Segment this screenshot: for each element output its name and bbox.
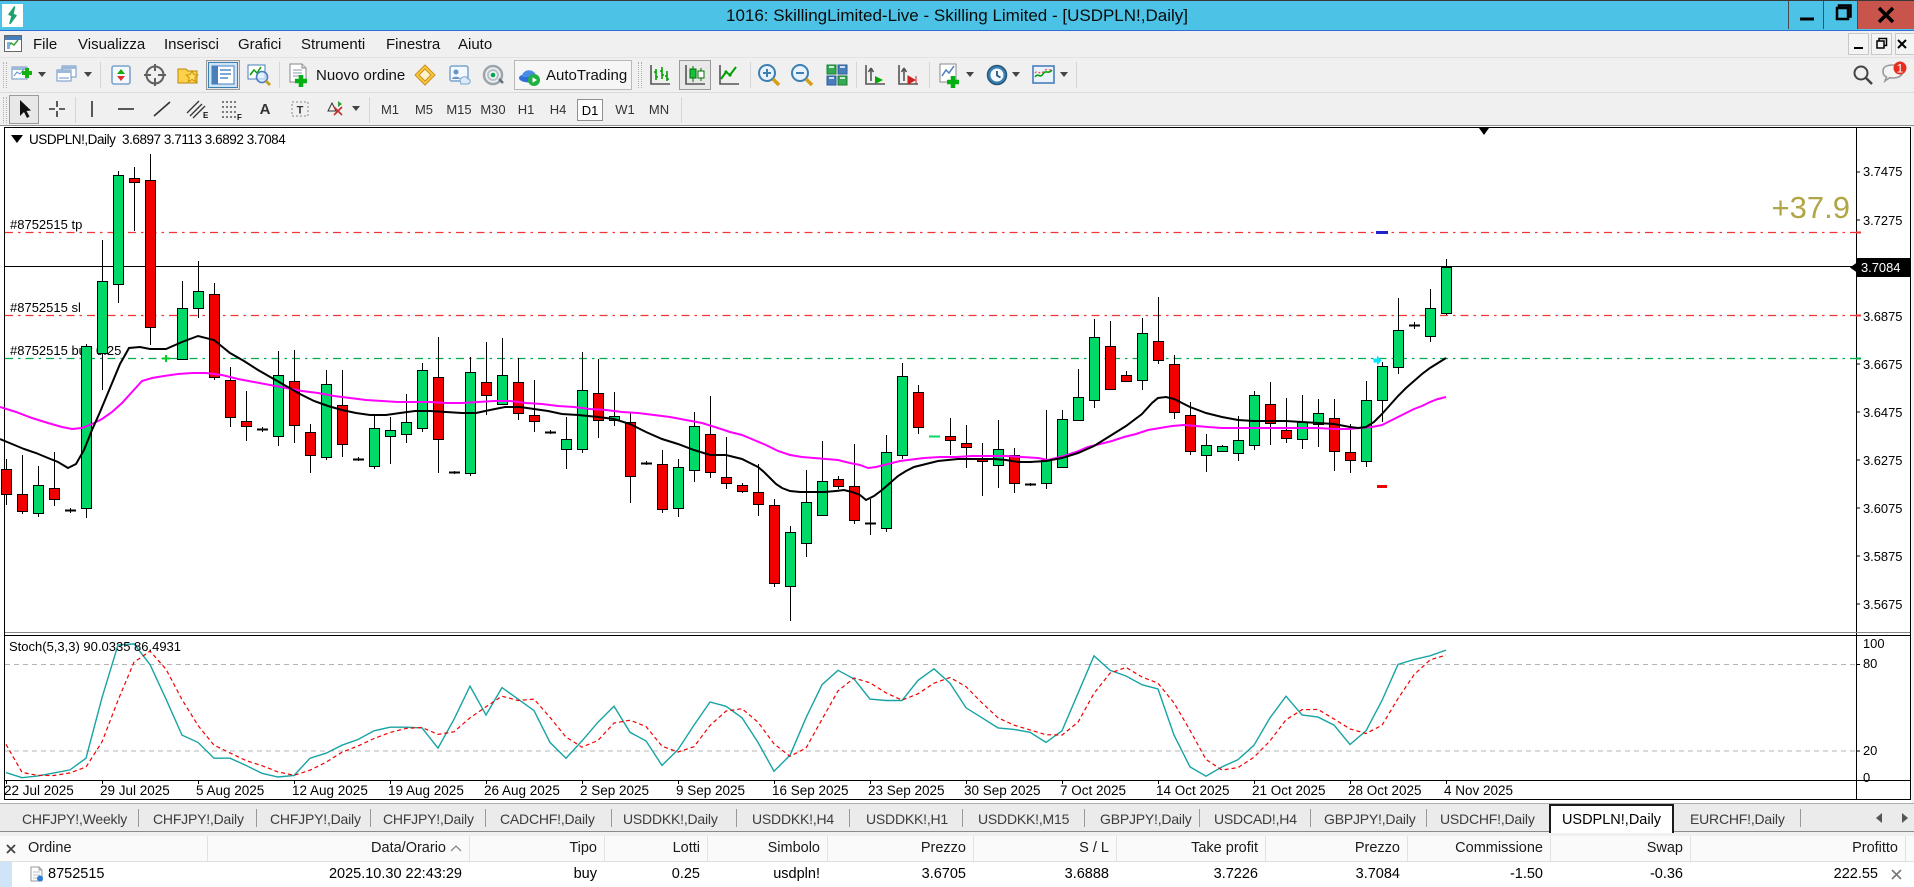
svg-text:#8752515 sl: #8752515 sl: [10, 300, 81, 315]
svg-text:26 Aug 2025: 26 Aug 2025: [484, 783, 560, 798]
svg-text:3.6875: 3.6875: [1863, 309, 1902, 324]
svg-text:2 Sep 2025: 2 Sep 2025: [580, 783, 649, 798]
svg-text:T: T: [297, 105, 304, 117]
svg-text:0: 0: [1863, 770, 1870, 785]
svg-text:F: F: [237, 113, 242, 121]
svg-text:29 Jul 2025: 29 Jul 2025: [100, 783, 170, 798]
svg-text:12 Aug 2025: 12 Aug 2025: [292, 783, 368, 798]
svg-text:7 Oct 2025: 7 Oct 2025: [1060, 783, 1126, 798]
svg-text:80: 80: [1863, 656, 1877, 671]
svg-text:E: E: [203, 111, 209, 120]
svg-text:3.5875: 3.5875: [1863, 549, 1902, 564]
svg-text:100: 100: [1863, 636, 1885, 651]
svg-text:16 Sep 2025: 16 Sep 2025: [772, 783, 849, 798]
svg-text:3.6075: 3.6075: [1863, 501, 1902, 516]
svg-text:3.5675: 3.5675: [1863, 597, 1902, 612]
svg-text:30 Sep 2025: 30 Sep 2025: [964, 783, 1041, 798]
svg-text:3.7275: 3.7275: [1863, 213, 1902, 228]
svg-text:28 Oct 2025: 28 Oct 2025: [1348, 783, 1422, 798]
svg-text:3.7475: 3.7475: [1863, 164, 1902, 179]
svg-text:3.7084: 3.7084: [1861, 260, 1900, 275]
svg-text:20: 20: [1863, 743, 1877, 758]
svg-text:19 Aug 2025: 19 Aug 2025: [388, 783, 464, 798]
svg-text:1: 1: [1897, 62, 1904, 76]
svg-text:A: A: [260, 101, 271, 118]
svg-text:4 Nov 2025: 4 Nov 2025: [1444, 783, 1513, 798]
svg-text:+37.9: +37.9: [1772, 190, 1850, 225]
svg-text:#8752515 tp: #8752515 tp: [10, 217, 82, 232]
svg-text:Stoch(5,3,3) 90.0335 86.4931: Stoch(5,3,3) 90.0335 86.4931: [9, 639, 181, 654]
svg-text:3.6475: 3.6475: [1863, 405, 1902, 420]
svg-text:3.6675: 3.6675: [1863, 357, 1902, 372]
svg-text:14 Oct 2025: 14 Oct 2025: [1156, 783, 1230, 798]
svg-text:22 Jul 2025: 22 Jul 2025: [4, 783, 74, 798]
svg-text:USDPLN!,Daily 3.6897 3.7113 3: USDPLN!,Daily 3.6897 3.7113 3.6892 3.708…: [29, 132, 286, 147]
svg-text:9 Sep 2025: 9 Sep 2025: [676, 783, 745, 798]
svg-text:3.6275: 3.6275: [1863, 453, 1902, 468]
svg-text:21 Oct 2025: 21 Oct 2025: [1252, 783, 1326, 798]
svg-text:5 Aug 2025: 5 Aug 2025: [196, 783, 264, 798]
svg-text:23 Sep 2025: 23 Sep 2025: [868, 783, 945, 798]
